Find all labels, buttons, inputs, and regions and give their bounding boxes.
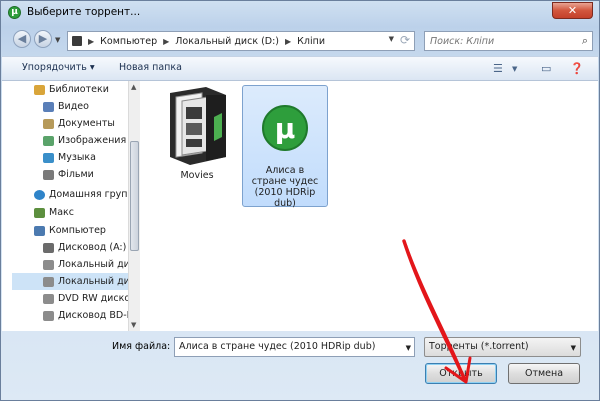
sidebar-item-films[interactable]: Фільми	[43, 166, 94, 183]
hard-disk-icon	[43, 276, 54, 287]
sidebar-item-libraries[interactable]: Библиотеки	[34, 81, 109, 98]
sidebar-item-label: DVD RW диско	[58, 293, 128, 304]
sidebar-item-label: Фільми	[58, 169, 94, 180]
sidebar-item-label: Дисковод (A:)	[58, 242, 127, 253]
address-dropdown[interactable]: ▼	[389, 35, 394, 43]
folder-icon	[170, 87, 226, 165]
hard-disk-icon	[43, 259, 54, 270]
address-bar[interactable]: ▶ Компьютер ▶ Локальный диск (D:) ▶ Кліп…	[67, 31, 415, 51]
help-icon[interactable]: ❓	[570, 62, 584, 75]
utorrent-icon: µ	[262, 105, 308, 151]
refresh-icon[interactable]: ⟳	[400, 33, 410, 47]
sidebar-item-label: Документы	[58, 118, 115, 129]
video-icon	[43, 101, 54, 112]
cancel-button[interactable]: Отмена	[508, 363, 580, 384]
search-icon[interactable]: ⌕	[582, 34, 588, 48]
organize-button[interactable]: Упорядочить ▾	[22, 62, 95, 73]
command-toolbar: Упорядочить ▾ Новая папка ☰ ▼ ▭ ❓	[2, 56, 598, 81]
file-name: Movies	[180, 170, 214, 181]
sidebar-item-label: Видео	[58, 101, 89, 112]
sidebar-item-label: Музыка	[58, 152, 96, 163]
sidebar-item-label: Домашняя груп	[49, 189, 128, 200]
close-button[interactable]: ✕	[552, 2, 593, 19]
images-icon	[43, 135, 54, 146]
navigation-scrollbar[interactable]: ▲ ▼	[128, 81, 140, 331]
scrollbar-thumb[interactable]	[130, 141, 139, 251]
filename-input[interactable]: Алиса в стране чудес (2010 HDRip dub) ▼	[174, 337, 415, 357]
sidebar-item-images[interactable]: Изображения	[43, 132, 126, 149]
dvd-icon	[43, 293, 54, 304]
sidebar-item-homegroup[interactable]: Домашняя груп	[34, 186, 127, 203]
breadcrumb-clips[interactable]: Кліпи	[297, 36, 325, 47]
user-icon	[34, 207, 45, 218]
title-bar: µ Выберите торрент... ✕	[1, 1, 599, 25]
breadcrumb-computer[interactable]: Компьютер	[100, 36, 157, 47]
homegroup-icon	[34, 189, 45, 200]
content-area: Библиотеки Видео Документы Изображения М…	[2, 81, 598, 331]
sidebar-item-label: Дисковод BD-R	[58, 310, 128, 321]
dialog-footer: Имя файла: Алиса в стране чудес (2010 HD…	[2, 331, 598, 400]
sidebar-item-local-disk-c[interactable]: Локальный ди	[43, 256, 128, 273]
sidebar-item-label: Компьютер	[49, 225, 106, 236]
filename-label: Имя файла:	[112, 341, 171, 352]
view-options-icon[interactable]: ☰	[493, 62, 503, 75]
navigation-pane: Библиотеки Видео Документы Изображения М…	[2, 81, 128, 331]
floppy-icon	[43, 242, 54, 253]
sidebar-item-label: Макс	[49, 207, 74, 218]
sidebar-item-label: Локальный ди	[58, 259, 128, 270]
music-icon	[43, 152, 54, 163]
sidebar-item-documents[interactable]: Документы	[43, 115, 115, 132]
filename-value[interactable]: Алиса в стране чудес (2010 HDRip dub)	[179, 341, 375, 352]
documents-icon	[43, 118, 54, 129]
sidebar-item-music[interactable]: Музыка	[43, 149, 96, 166]
bd-icon	[43, 310, 54, 321]
sidebar-item-video[interactable]: Видео	[43, 98, 89, 115]
sidebar-item-local-disk-d[interactable]: Локальный ди	[12, 273, 128, 290]
file-item-alice-torrent[interactable]: µ Алиса в стране чудес (2010 HDRip dub)	[242, 85, 328, 209]
utorrent-app-icon: µ	[8, 6, 21, 19]
search-box[interactable]: ⌕	[424, 31, 593, 51]
search-input[interactable]	[425, 32, 575, 50]
library-icon	[34, 84, 45, 95]
file-type-filter[interactable]: Торренты (*.torrent) ▼	[424, 337, 581, 357]
chevron-down-icon[interactable]: ▼	[571, 339, 576, 357]
svg-text:µ: µ	[275, 112, 296, 145]
sidebar-item-label: Изображения	[58, 135, 127, 146]
open-button[interactable]: Открыть	[425, 363, 497, 384]
view-dropdown-icon[interactable]: ▼	[512, 65, 517, 73]
file-type-value[interactable]: Торренты (*.torrent)	[429, 341, 529, 352]
recent-locations-dropdown[interactable]: ▼	[55, 36, 60, 44]
chevron-right-icon[interactable]: ▶	[163, 37, 169, 46]
navigation-bar: ◀ ▶ ▼ ▶ Компьютер ▶ Локальный диск (D:) …	[1, 27, 599, 53]
chevron-right-icon[interactable]: ▶	[88, 37, 94, 46]
computer-icon	[34, 225, 45, 236]
back-button[interactable]: ◀	[13, 30, 31, 48]
new-folder-button[interactable]: Новая папка	[119, 62, 182, 73]
scroll-down-icon[interactable]: ▼	[131, 321, 136, 329]
sidebar-item-label: Локальный ди	[58, 276, 128, 287]
scroll-up-icon[interactable]: ▲	[131, 83, 136, 91]
open-file-dialog: µ Выберите торрент... ✕ ◀ ▶ ▼ ▶ Компьюте…	[0, 0, 600, 401]
sidebar-item-user[interactable]: Макс	[34, 204, 74, 221]
file-name: Алиса в стране чудес (2010 HDRip dub)	[251, 165, 319, 209]
preview-pane-icon[interactable]: ▭	[541, 62, 551, 75]
forward-button[interactable]: ▶	[34, 30, 52, 48]
filename-dropdown-icon[interactable]: ▼	[406, 339, 411, 356]
window-title: Выберите торрент...	[27, 6, 141, 18]
chevron-right-icon[interactable]: ▶	[285, 37, 291, 46]
sidebar-item-dvd-rw[interactable]: DVD RW диско	[43, 290, 128, 307]
folder-icon	[72, 36, 82, 46]
sidebar-item-bd[interactable]: Дисковод BD-R	[43, 307, 128, 324]
sidebar-item-floppy[interactable]: Дисковод (A:)	[43, 239, 126, 256]
films-icon	[43, 169, 54, 180]
file-item-movies[interactable]: Movies	[152, 87, 242, 182]
file-list: Movies µ Алиса в стране чудес (2010 HDRi…	[142, 81, 598, 331]
sidebar-item-label: Библиотеки	[49, 84, 109, 95]
sidebar-item-computer[interactable]: Компьютер	[34, 222, 106, 239]
breadcrumb-local-disk[interactable]: Локальный диск (D:)	[175, 36, 279, 47]
